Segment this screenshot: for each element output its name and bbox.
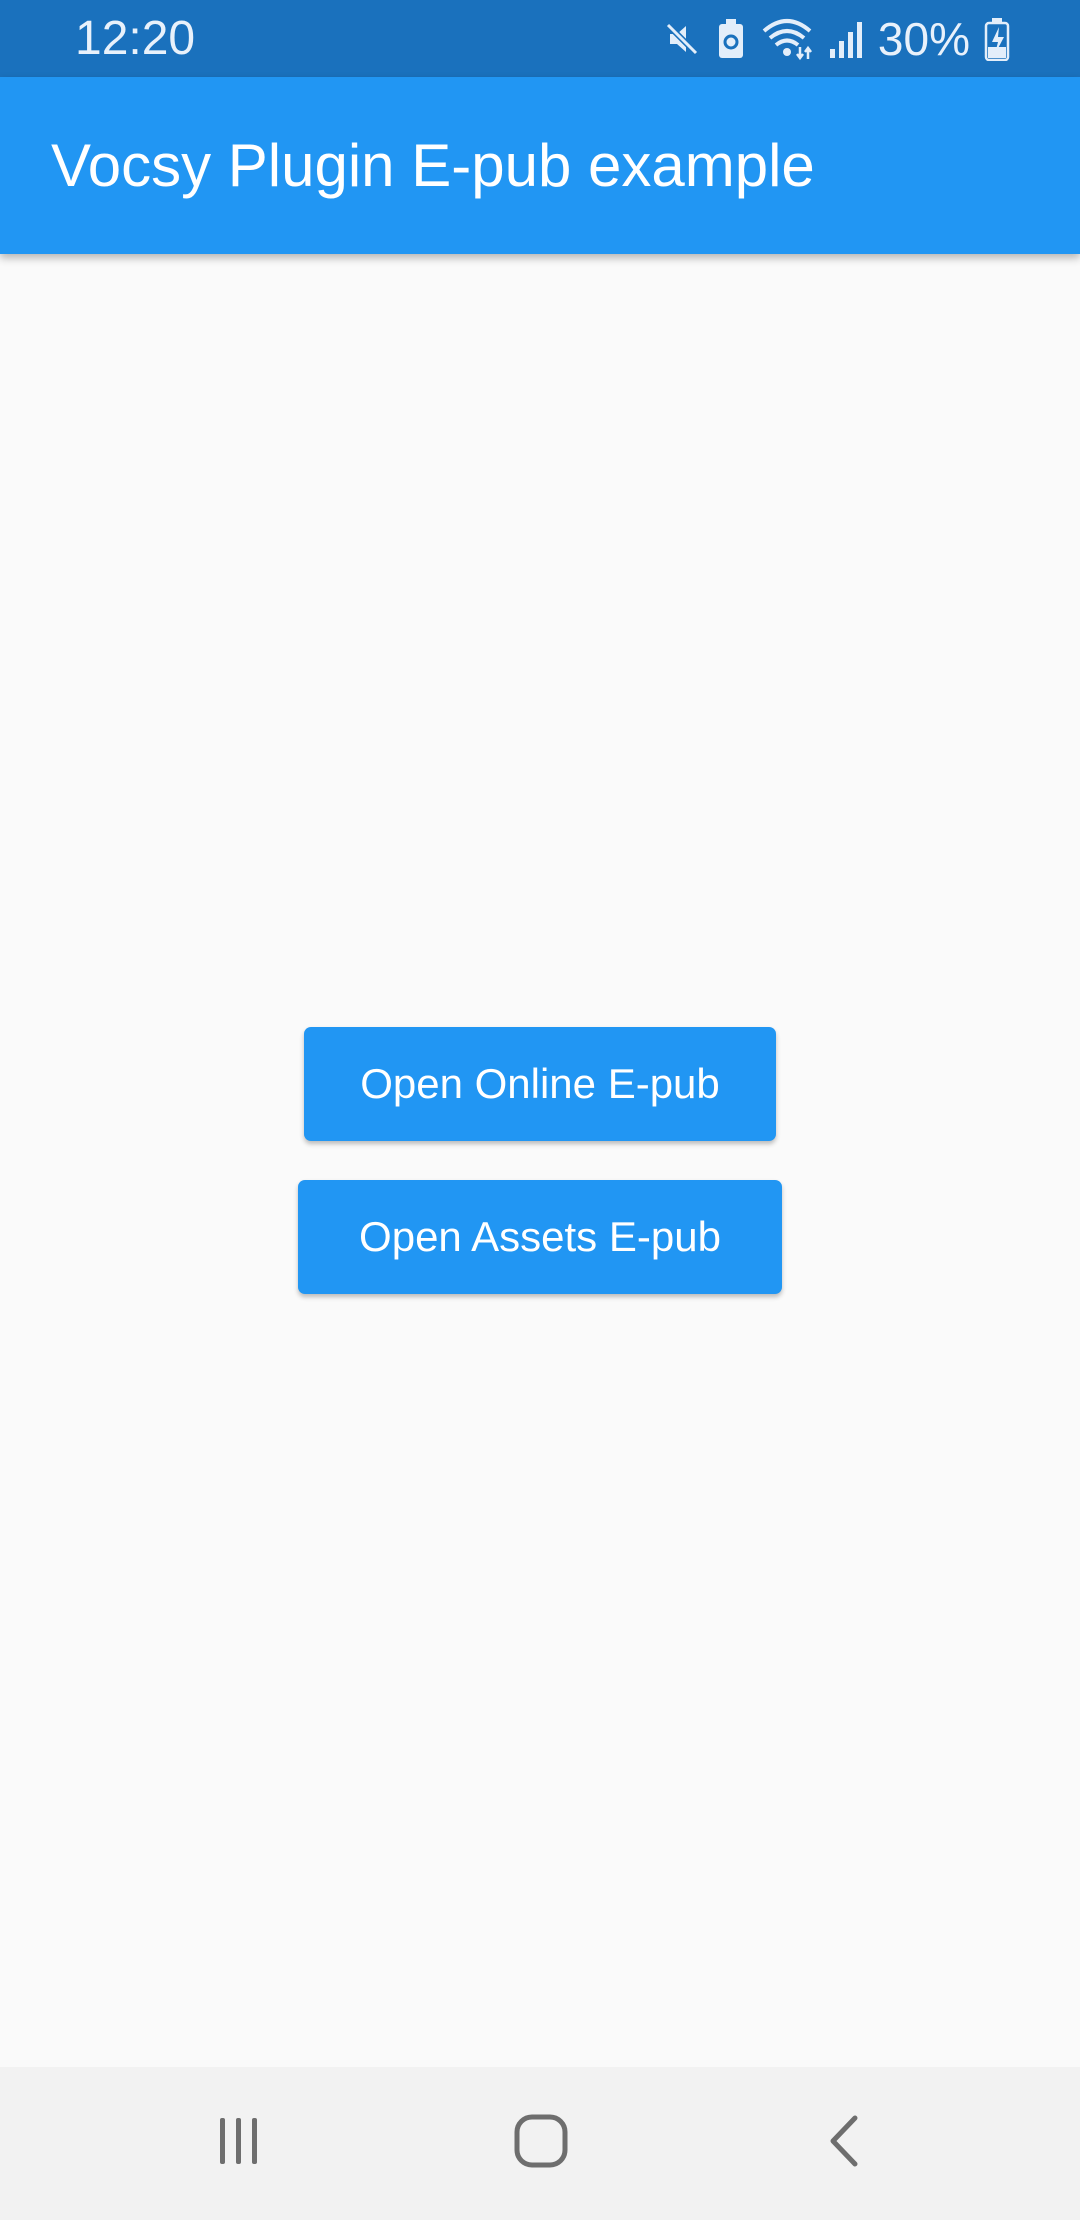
navigation-bar — [0, 2067, 1080, 2220]
main-content: Open Online E-pub Open Assets E-pub — [0, 254, 1080, 2067]
battery-charging-icon — [984, 17, 1010, 61]
open-online-epub-button[interactable]: Open Online E-pub — [304, 1027, 776, 1141]
battery-saver-icon — [716, 18, 746, 60]
signal-icon — [828, 19, 864, 59]
status-time: 12:20 — [75, 12, 196, 65]
home-button[interactable] — [471, 2067, 611, 2220]
home-icon — [514, 2114, 568, 2173]
wifi-icon — [760, 17, 814, 61]
back-icon — [823, 2114, 863, 2173]
battery-percent: 30% — [877, 13, 970, 65]
status-icons: 30% — [662, 8, 1010, 70]
recents-button[interactable] — [169, 2067, 309, 2220]
open-assets-epub-button[interactable]: Open Assets E-pub — [298, 1180, 782, 1294]
page-title: Vocsy Plugin E-pub example — [51, 132, 815, 199]
app-bar: Vocsy Plugin E-pub example — [0, 77, 1080, 254]
back-button[interactable] — [773, 2067, 913, 2220]
screen: 12:20 30% Vocsy Plugin E-pub example Ope… — [0, 0, 1080, 2220]
recents-icon — [214, 2116, 264, 2171]
status-bar: 12:20 30% — [0, 0, 1080, 77]
mute-icon — [662, 19, 702, 59]
